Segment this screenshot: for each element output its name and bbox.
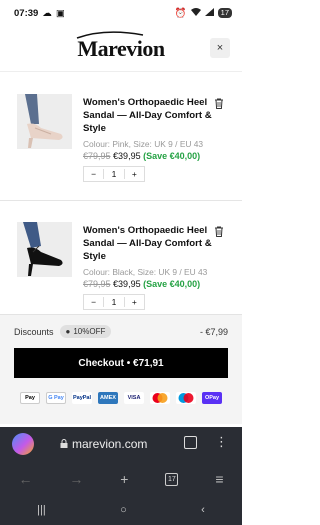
decrease-quantity-button[interactable]: − (84, 169, 105, 179)
visa-icon: VISA (124, 392, 144, 404)
product-image[interactable] (17, 222, 72, 277)
system-navigation: ||| ○ ‹ (0, 495, 242, 525)
original-price: €79,95 (83, 279, 111, 289)
checkout-button[interactable]: Checkout • €71,91 (14, 348, 228, 378)
original-price: €79,95 (83, 151, 111, 161)
quantity-stepper: − 1 + (83, 294, 145, 310)
price-row: €79,95 €39,95 (Save €40,00) (83, 151, 200, 161)
cart-footer: Discounts ● 10%OFF - €7,99 Checkout • €7… (0, 314, 242, 424)
battery-icon: 17 (217, 8, 232, 18)
close-button[interactable]: × (210, 38, 230, 58)
product-title[interactable]: Women's Orthopaedic Heel Sandal — All-Da… (83, 96, 223, 135)
status-bar: 07:39 ☁ ▣ ⏰ 17 (0, 0, 242, 26)
increase-quantity-button[interactable]: + (123, 169, 144, 179)
more-options-icon[interactable]: ⋮ (215, 435, 228, 448)
browser-toolbar: ← → + 17 ≡ (0, 463, 242, 495)
mastercard-icon (150, 392, 170, 404)
notification-icon: ▣ (55, 7, 65, 19)
brand-logo[interactable]: Marevion (77, 30, 165, 62)
paypal-icon: PayPal (72, 392, 92, 404)
quantity-value: 1 (111, 169, 117, 179)
item-divider (0, 200, 242, 201)
discount-row: Discounts ● 10%OFF - €7,99 (14, 325, 228, 338)
google-pay-icon: G Pay (46, 392, 66, 404)
logo-text: Marevion (77, 35, 165, 61)
savings-text: (Save €40,00) (143, 279, 201, 289)
discount-code: 10%OFF (73, 327, 106, 336)
reader-mode-icon[interactable] (184, 436, 197, 449)
shop-pay-icon: OPay (202, 392, 222, 404)
cart-item: Women's Orthopaedic Heel Sandal — All-Da… (0, 212, 242, 322)
product-variant: Colour: Pink, Size: UK 9 / EU 43 (83, 139, 204, 149)
sale-price: €39,95 (113, 279, 141, 289)
payment-methods: Pay G Pay PayPal AMEX VISA OPay (20, 392, 222, 404)
product-image[interactable] (17, 94, 72, 149)
product-title[interactable]: Women's Orthopaedic Heel Sandal — All-Da… (83, 224, 223, 263)
apple-pay-icon: Pay (20, 392, 40, 404)
amex-icon: AMEX (98, 392, 118, 404)
tag-icon: ● (65, 327, 71, 336)
copilot-icon[interactable] (12, 433, 34, 455)
recent-apps-icon[interactable]: ||| (37, 504, 46, 516)
signal-icon (204, 7, 214, 19)
product-variant: Colour: Black, Size: UK 9 / EU 43 (83, 267, 208, 277)
menu-icon[interactable]: ≡ (215, 471, 223, 487)
back-arrow-icon[interactable]: ← (18, 471, 32, 487)
trash-icon[interactable] (214, 224, 224, 237)
discounts-label: Discounts (14, 326, 54, 337)
status-time: 07:39 (14, 7, 39, 19)
close-icon: × (216, 42, 224, 54)
maestro-icon (176, 392, 196, 404)
tab-count-button[interactable]: 17 (165, 472, 179, 486)
trash-icon[interactable] (214, 96, 224, 109)
discount-code-badge: ● 10%OFF (59, 325, 112, 338)
quantity-stepper: − 1 + (83, 166, 145, 182)
new-tab-icon[interactable]: + (120, 471, 128, 487)
quantity-value: 1 (111, 297, 117, 307)
sale-price: €39,95 (113, 151, 141, 161)
forward-arrow-icon[interactable]: → (69, 471, 83, 487)
system-back-icon[interactable]: ‹ (201, 504, 205, 516)
savings-text: (Save €40,00) (143, 151, 201, 161)
discount-amount: - €7,99 (199, 326, 228, 337)
increase-quantity-button[interactable]: + (123, 297, 144, 307)
alarm-icon: ⏰ (174, 7, 187, 19)
wifi-icon (190, 7, 201, 19)
logo-swoosh-icon (77, 30, 144, 39)
browser-address-bar: marevion.com ⋮ (0, 427, 242, 463)
cart-header: Marevion × (0, 26, 242, 72)
lock-icon (60, 439, 68, 448)
cart-item: Women's Orthopaedic Heel Sandal — All-Da… (0, 84, 242, 194)
url-text[interactable]: marevion.com (72, 437, 147, 451)
decrease-quantity-button[interactable]: − (84, 297, 105, 307)
price-row: €79,95 €39,95 (Save €40,00) (83, 279, 200, 289)
home-icon[interactable]: ○ (120, 504, 127, 516)
cloud-icon: ☁ (42, 7, 52, 19)
